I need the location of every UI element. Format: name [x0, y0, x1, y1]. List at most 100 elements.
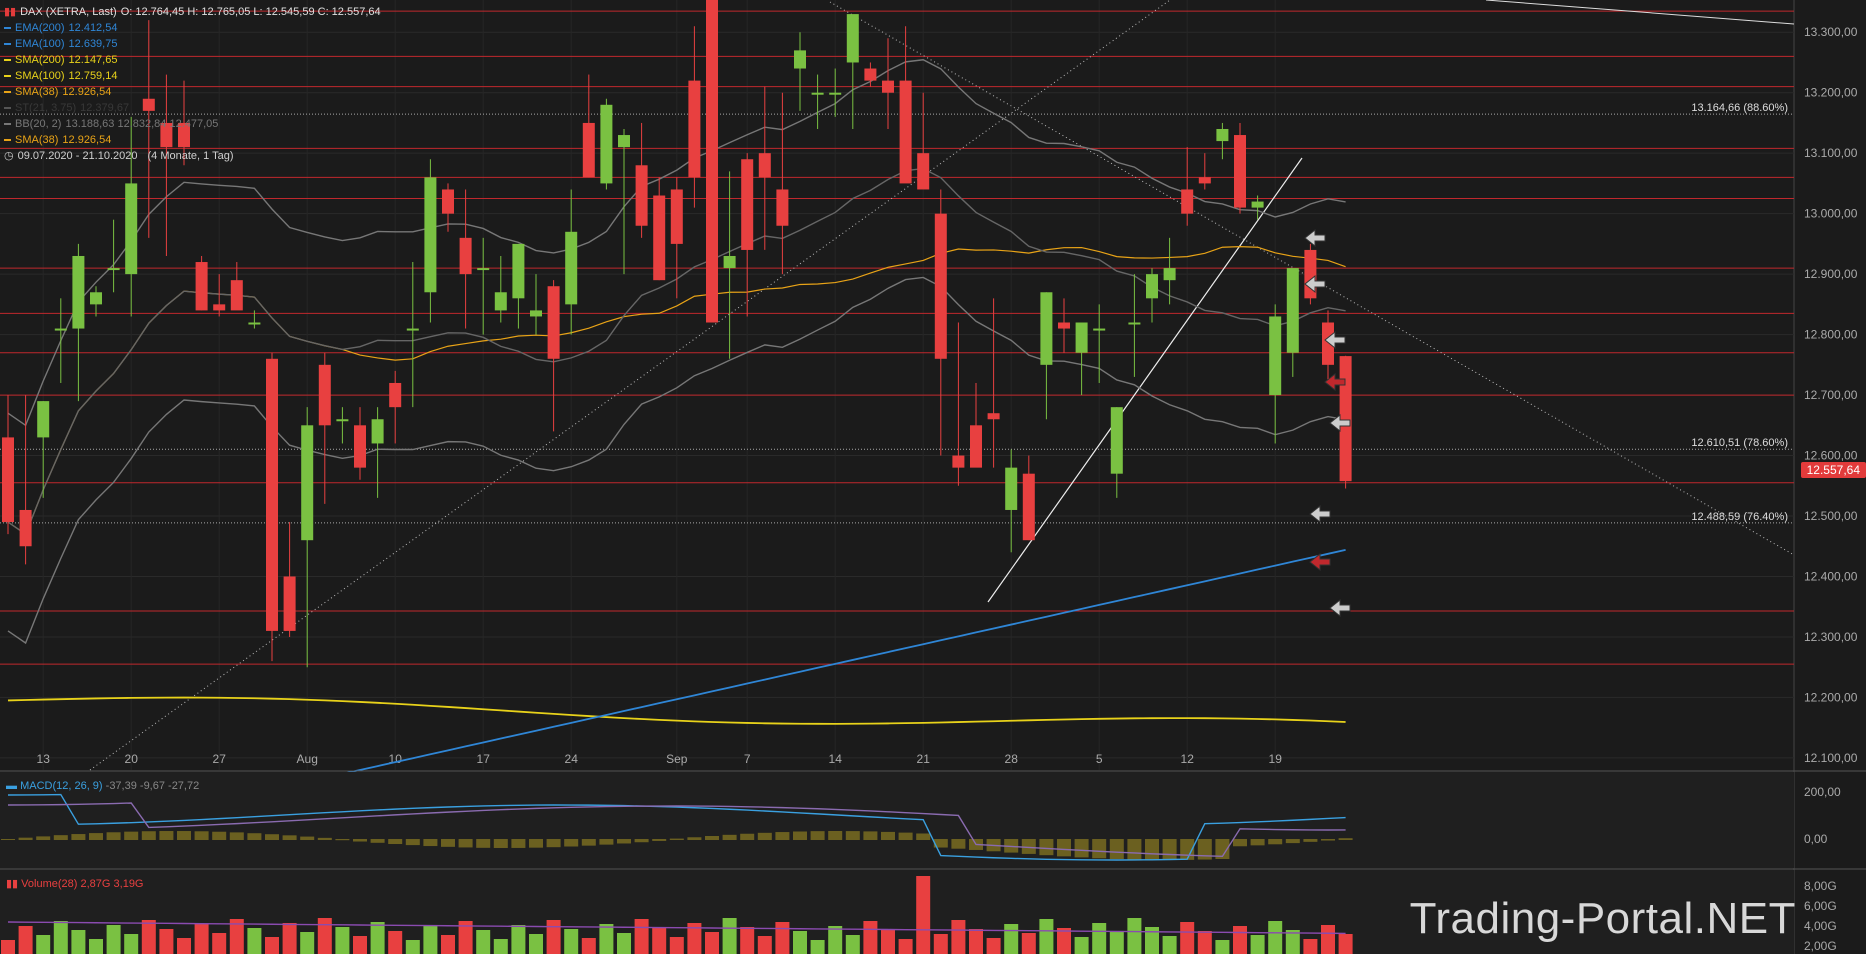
macd-histogram-bar [476, 839, 491, 848]
legend-value: 12.412,54 [68, 22, 118, 34]
candle-body [970, 425, 982, 468]
macd-histogram-bar [194, 831, 209, 840]
candle-body [600, 104, 613, 184]
legend-label: SMA(38) [15, 86, 59, 98]
macd-values: -37,39 -9,67 -27,72 [105, 780, 200, 792]
candle-body [37, 401, 50, 438]
macd-histogram-bar [159, 831, 174, 840]
candle-body [1022, 473, 1035, 541]
volume-bar [370, 922, 385, 954]
candle-body [741, 159, 754, 250]
candle-body [899, 80, 912, 184]
macd-legend: ▬ MACD(12, 26, 9) -37,39 -9,67 -27,72 [6, 780, 199, 792]
macd-histogram-bar [212, 831, 227, 840]
volume-bar [951, 920, 966, 954]
candle-body [864, 68, 877, 81]
candle-body [2, 437, 14, 523]
macd-histogram-bar [529, 839, 543, 848]
macd-histogram-bar [1074, 839, 1089, 858]
range-label: (4 Monate, 1 Tag) [147, 150, 234, 162]
volume-bar [493, 939, 508, 954]
y-tick-label: 12.800,00 [1804, 328, 1858, 342]
candle-body [72, 255, 85, 329]
macd-histogram-bar [863, 831, 878, 840]
macd-histogram-bar [1021, 839, 1036, 854]
volume-bar [1215, 940, 1230, 954]
macd-histogram-bar [18, 837, 33, 840]
volume-bar [845, 935, 860, 954]
macd-histogram-bar [405, 839, 420, 846]
legend-st-21-3-75--5: ST(21, 3.75) 12.379,67 [4, 100, 381, 116]
macd-histogram-bar [370, 839, 385, 843]
x-tick-label: 20 [125, 752, 139, 766]
volume-bar [1162, 936, 1177, 954]
volume-bar [1109, 932, 1124, 954]
candle-body [283, 576, 296, 631]
volume-bar [441, 935, 455, 954]
legend-value: 12.759,14 [68, 70, 118, 82]
macd-histogram-bar [1303, 839, 1318, 842]
volume-bar [18, 926, 33, 954]
macd-histogram-bar [898, 832, 913, 840]
y-tick-label: 12.200,00 [1804, 690, 1858, 704]
volume-bar [1, 940, 15, 954]
macd-histogram-bar [564, 839, 579, 847]
fib-label: 13.164,66 (88.60%) [1691, 102, 1788, 114]
macd-histogram-bar [828, 831, 843, 840]
candle-body [494, 292, 507, 311]
macd-histogram-bar [634, 839, 649, 843]
legend-sma-38--4: SMA(38) 12.926,54 [4, 84, 381, 100]
fib-label: 12.610,51 (78.60%) [1691, 437, 1788, 449]
volume-bar [722, 918, 737, 954]
x-tick-label: 13 [37, 752, 51, 766]
candle-body [1198, 177, 1211, 184]
macd-histogram-bar [546, 839, 561, 848]
candle-body [882, 80, 894, 93]
candle-body [794, 50, 806, 69]
period-label: 09.07.2020 - 21.10.2020 [17, 150, 138, 162]
indicator-legend: ▮▮ DAX (XETRA, Last) O: 12.764,45 H: 12.… [4, 4, 381, 164]
clock-icon: ◷ [4, 150, 14, 162]
legend-swatch [4, 91, 11, 93]
volume-bar [71, 930, 86, 954]
legend-value: 12.639,75 [68, 38, 118, 50]
volume-bar [1021, 933, 1036, 954]
macd-histogram-bar [335, 839, 350, 841]
candle-body [1146, 274, 1158, 299]
candle-body [389, 382, 402, 408]
legend-ema-100--1: EMA(100) 12.639,75 [4, 36, 381, 52]
legend-swatch [4, 123, 11, 125]
legend-swatch [4, 27, 11, 29]
macd-histogram-bar [722, 834, 737, 840]
candle-body [266, 358, 278, 631]
candle-body [565, 231, 578, 305]
volume-bar [1338, 934, 1353, 954]
volume-tick-label: 2,00G [1804, 939, 1837, 953]
candle-body [354, 425, 366, 468]
legend-label: ST(21, 3.75) [15, 102, 77, 114]
candle-body [846, 14, 859, 63]
candle-body [1216, 128, 1229, 142]
macd-histogram-bar [141, 831, 156, 840]
legend-label: EMA(100) [15, 38, 65, 50]
candle-body [635, 165, 648, 226]
volume-bar [898, 939, 913, 954]
macd-histogram-bar [599, 839, 614, 845]
candle-body [195, 262, 208, 311]
candle-body [512, 243, 525, 299]
volume-bar [423, 926, 438, 954]
volume-bar [1057, 928, 1071, 954]
volume-bar [335, 927, 350, 954]
macd-histogram-bar [1092, 839, 1107, 859]
legend-sma-100--3: SMA(100) 12.759,14 [4, 68, 381, 84]
candle-body [1234, 135, 1246, 208]
volume-bar [106, 925, 121, 954]
x-tick-label: 28 [1005, 752, 1019, 766]
y-tick-label: 12.300,00 [1804, 630, 1858, 644]
y-tick-label: 13.200,00 [1804, 86, 1858, 100]
symbol-label: DAX (XETRA, Last) [20, 6, 117, 18]
candle-body [19, 509, 32, 547]
macd-histogram-bar [1109, 839, 1124, 860]
last-price-tag: 12.557,64 [1800, 462, 1866, 478]
x-tick-label: 17 [477, 752, 491, 766]
